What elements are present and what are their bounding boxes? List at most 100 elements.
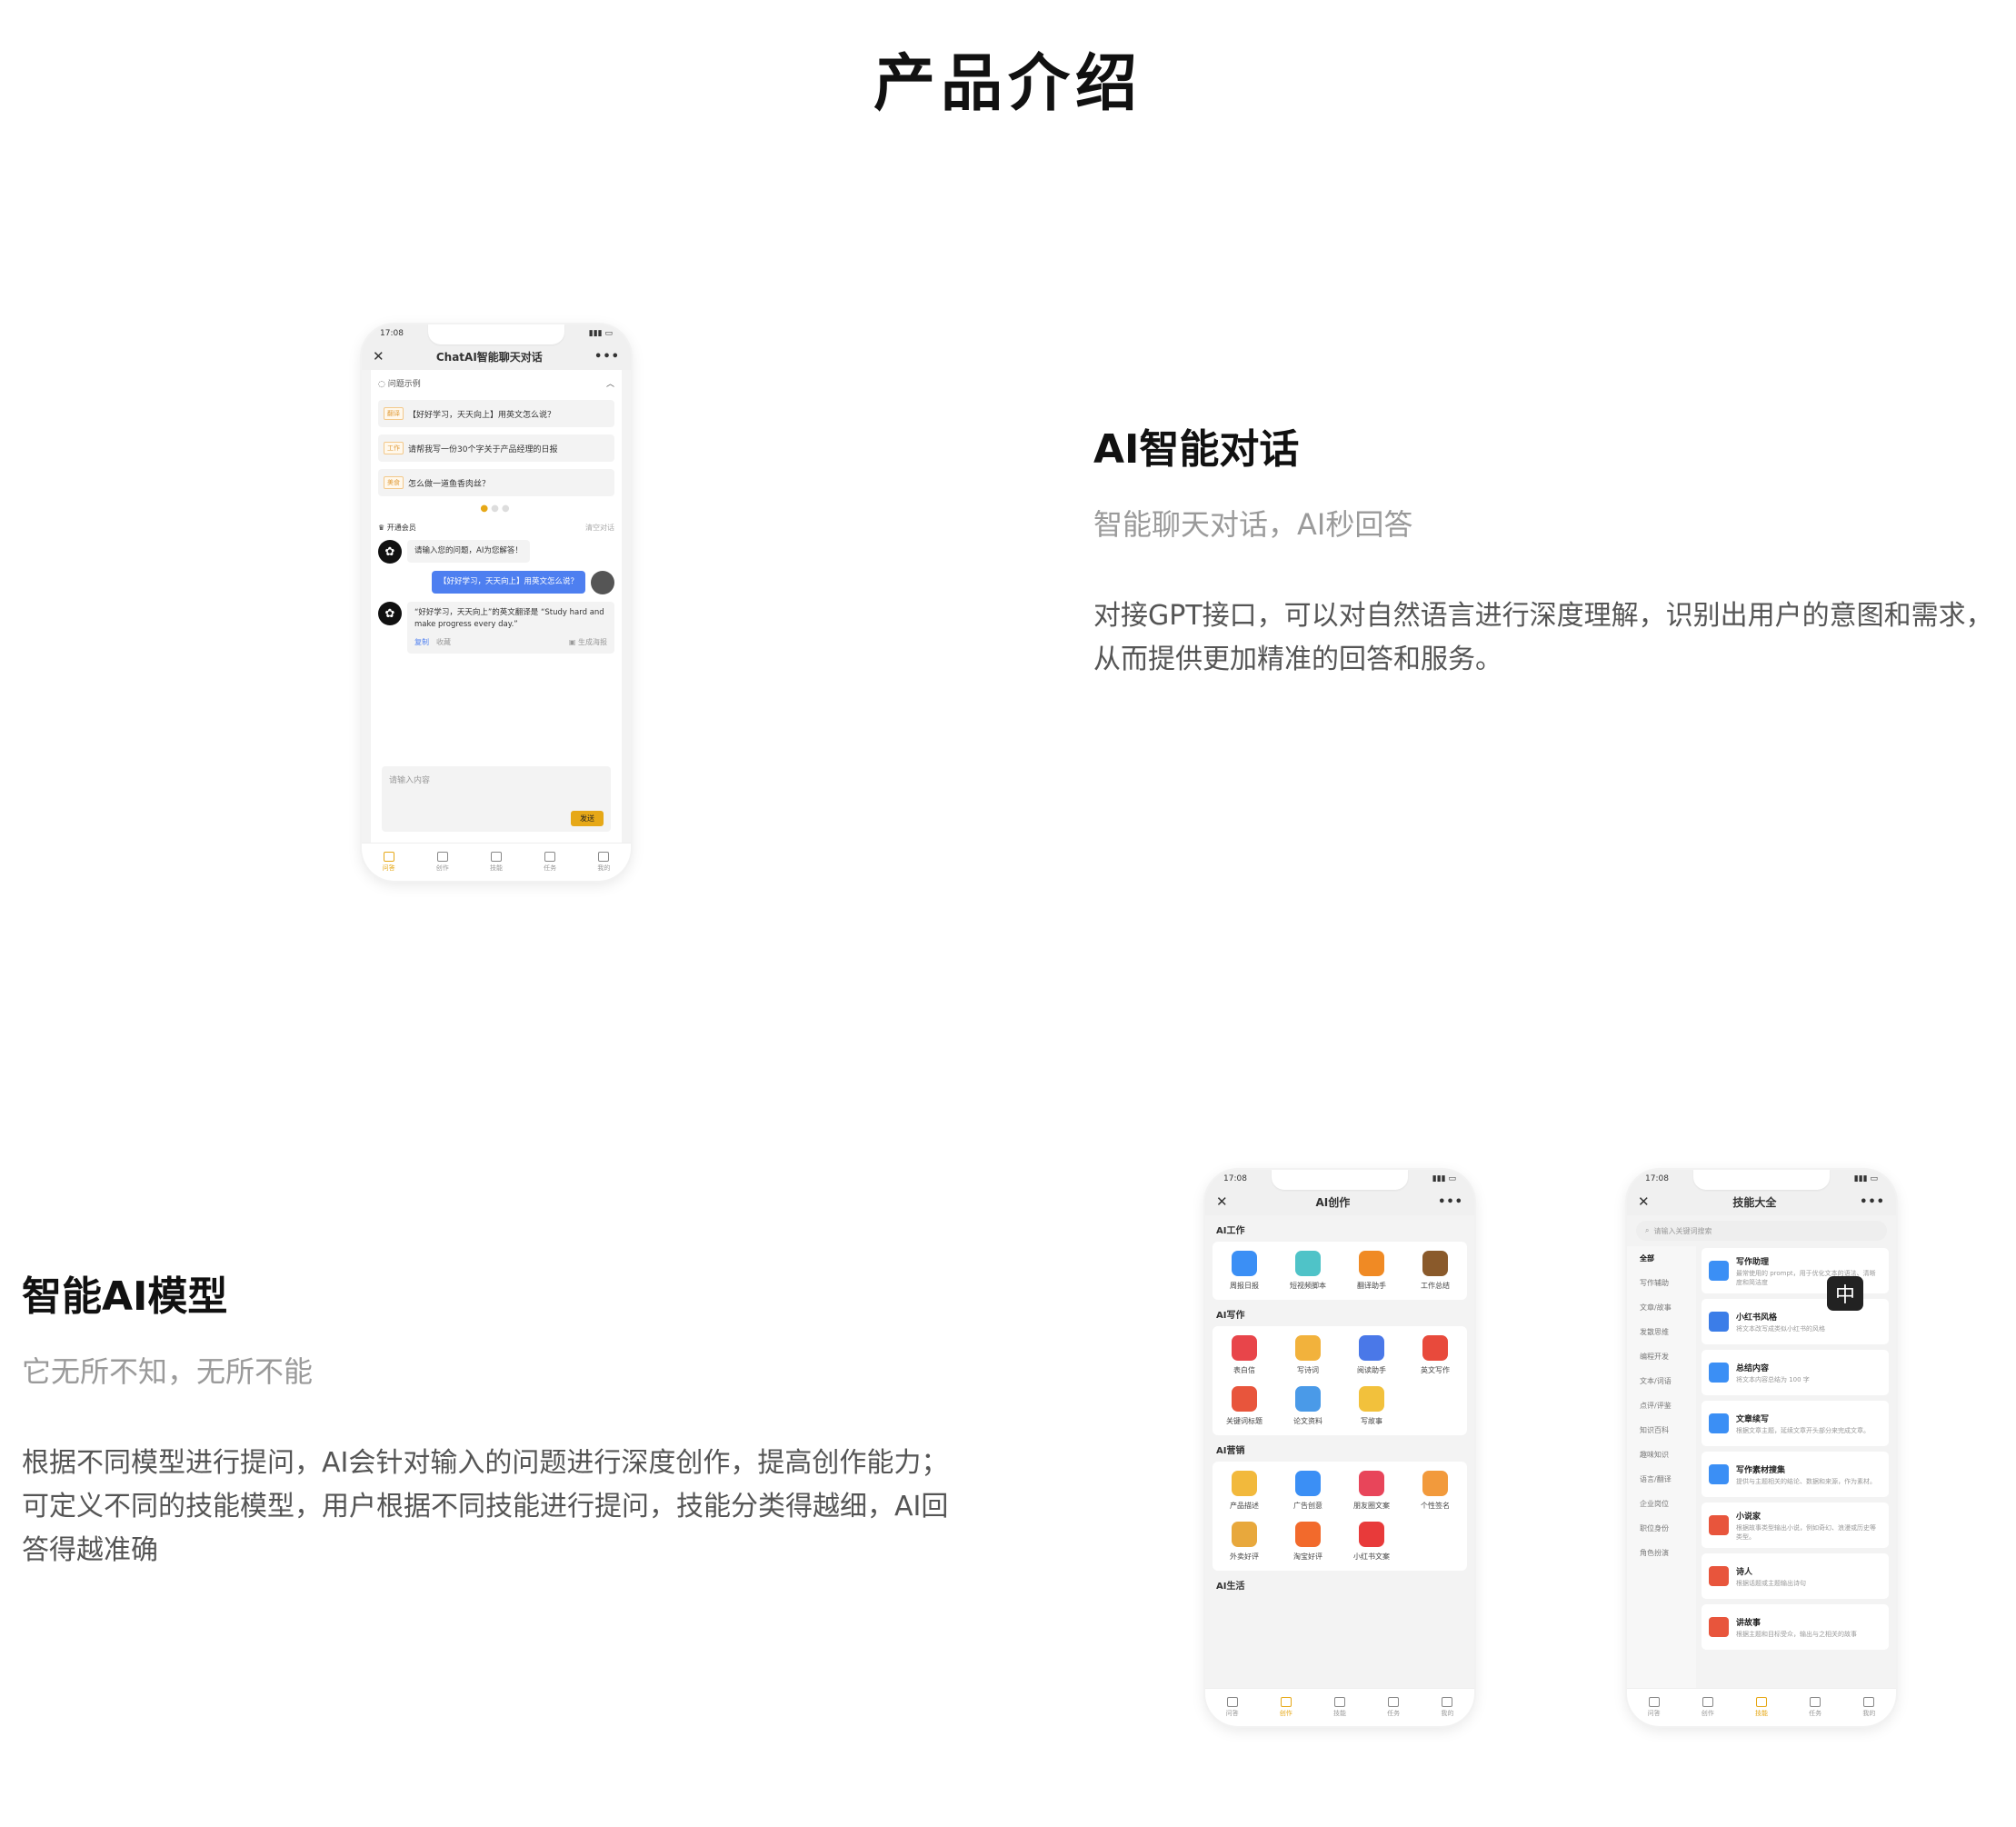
feature-ai-model: 智能AI模型 它无所不知，无所不能 根据不同模型进行提问，AI会针对输入的问题进… — [22, 1263, 958, 1572]
close-icon[interactable]: ✕ — [1638, 1193, 1650, 1210]
create-item-label: 论文资料 — [1293, 1417, 1322, 1425]
poster-button[interactable]: ▣ 生成海报 — [569, 636, 607, 648]
clear-chat-button[interactable]: 清空对话 — [585, 523, 614, 533]
create-item[interactable]: 周报日报 — [1213, 1251, 1276, 1291]
create-item[interactable]: 个性签名 — [1403, 1471, 1467, 1511]
tab-skills[interactable]: 技能 — [1333, 1697, 1346, 1718]
skill-title: 小说家 — [1736, 1512, 1762, 1522]
create-item[interactable]: 广告创意 — [1276, 1471, 1340, 1511]
create-item[interactable]: 外卖好评 — [1213, 1522, 1276, 1562]
create-item-label: 周报日报 — [1230, 1282, 1259, 1290]
tab-create[interactable]: 创作 — [1280, 1697, 1292, 1718]
more-icon[interactable]: ••• — [1438, 1195, 1463, 1209]
tab-me[interactable]: 我的 — [597, 852, 610, 873]
category-item[interactable]: 点评/评鉴 — [1627, 1393, 1696, 1418]
vip-button[interactable]: ♛ 开通会员 — [378, 523, 416, 533]
carousel-dots: ●●● — [480, 504, 513, 514]
chat-phone-mockup: 17:08 ▮▮▮ ▭ ✕ ChatAI智能聊天对话 ••• ◌ 问题示例 ︿ … — [362, 324, 631, 881]
copy-button[interactable]: 复制 — [414, 638, 429, 646]
skill-text: 小红书风格 将文本改写成类似小红书的风格 — [1736, 1311, 1825, 1333]
examples-header[interactable]: ◌ 问题示例 ︿ — [371, 370, 622, 396]
tab-qa[interactable]: 问答 — [383, 852, 395, 873]
create-item-label: 表白信 — [1233, 1366, 1255, 1374]
skill-card[interactable]: 总结内容 将文本内容总结为 100 字 — [1702, 1350, 1889, 1395]
example-item[interactable]: 工作 请帮我写一份30个字关于产品经理的日报 — [378, 434, 614, 462]
tab-tasks[interactable]: 任务 — [1809, 1697, 1821, 1718]
create-item[interactable]: 阅读助手 — [1340, 1335, 1403, 1375]
example-tag: 美食 — [384, 476, 404, 489]
skill-card[interactable]: 小说家 根据故事类型输出小说，例如奇幻、浪漫或历史等类型。 — [1702, 1503, 1889, 1548]
user-avatar — [591, 571, 614, 594]
tab-me[interactable]: 我的 — [1862, 1697, 1875, 1718]
ime-indicator[interactable]: 中 — [1827, 1276, 1863, 1311]
chevron-up-icon[interactable]: ︿ — [606, 377, 614, 389]
close-icon[interactable]: ✕ — [1216, 1193, 1228, 1210]
category-item[interactable]: 角色扮演 — [1627, 1541, 1696, 1565]
create-item[interactable]: 产品描述 — [1213, 1471, 1276, 1511]
create-item[interactable]: 英文写作 — [1403, 1335, 1467, 1375]
tab-create[interactable]: 创作 — [436, 852, 449, 873]
category-item[interactable]: 趣味知识 — [1627, 1443, 1696, 1467]
book-icon — [1709, 1312, 1729, 1332]
group-grid: 周报日报 短视频脚本 翻译助手 工作总结 — [1213, 1242, 1467, 1300]
category-item[interactable]: 写作辅助 — [1627, 1271, 1696, 1295]
create-item[interactable]: 工作总结 — [1403, 1251, 1467, 1291]
create-item[interactable]: 论文资料 — [1276, 1386, 1340, 1426]
tab-bar: 问答 创作 技能 任务 我的 — [1205, 1688, 1474, 1726]
category-item[interactable]: 企业岗位 — [1627, 1492, 1696, 1516]
category-item[interactable]: 编程开发 — [1627, 1344, 1696, 1369]
message-input[interactable]: 请输入内容 发送 — [382, 766, 611, 832]
tab-qa[interactable]: 问答 — [1226, 1697, 1239, 1718]
tab-label: 技能 — [489, 864, 503, 872]
close-icon[interactable]: ✕ — [373, 348, 384, 364]
category-item[interactable]: 发散思维 — [1627, 1320, 1696, 1344]
favorite-button[interactable]: 收藏 — [436, 638, 451, 646]
example-item[interactable]: 美食 怎么做一道鱼香肉丝？ — [378, 469, 614, 496]
tab-tasks[interactable]: 任务 — [1387, 1697, 1400, 1718]
create-item[interactable]: 翻译助手 — [1340, 1251, 1403, 1291]
create-item[interactable]: 写诗词 — [1276, 1335, 1340, 1375]
more-icon[interactable]: ••• — [1860, 1195, 1885, 1209]
book-icon — [1295, 1335, 1321, 1361]
category-item[interactable]: 语言/翻译 — [1627, 1467, 1696, 1492]
category-item[interactable]: 知识百科 — [1627, 1418, 1696, 1443]
tab-label: 任务 — [544, 864, 557, 872]
category-item[interactable]: 职位身份 — [1627, 1516, 1696, 1541]
tab-skills[interactable]: 技能 — [1755, 1697, 1768, 1718]
create-item[interactable]: 淘宝好评 — [1276, 1522, 1340, 1562]
skill-desc: 将文本内容总结为 100 字 — [1736, 1375, 1810, 1383]
skill-card[interactable]: 写作素材搜集 提供与主题相关的结论、数据和来源，作为素材。 — [1702, 1452, 1889, 1497]
example-item[interactable]: 翻译 【好好学习，天天向上】用英文怎么说？ — [378, 400, 614, 427]
signal-battery-icon: ▮▮▮ ▭ — [1853, 1174, 1878, 1183]
create-item[interactable]: 短视频脚本 — [1276, 1251, 1340, 1291]
phone-notch — [428, 324, 564, 344]
send-button[interactable]: 发送 — [571, 811, 604, 826]
category-item[interactable]: 文章/故事 — [1627, 1295, 1696, 1320]
pen-icon — [1422, 1471, 1448, 1496]
category-item[interactable]: 文本/词语 — [1627, 1369, 1696, 1393]
skills-phone-mockup: 17:08 ▮▮▮ ▭ ✕ 技能大全 ••• ⌕ 请输入关键词搜索 全部 写作辅助… — [1627, 1170, 1896, 1726]
tab-skills[interactable]: 技能 — [490, 852, 503, 873]
create-item[interactable]: 小红书文案 — [1340, 1522, 1403, 1562]
category-item[interactable]: 全部 — [1627, 1246, 1696, 1271]
tab-qa[interactable]: 问答 — [1648, 1697, 1661, 1718]
doc-search-icon — [1709, 1464, 1729, 1484]
tab-create[interactable]: 创作 — [1702, 1697, 1714, 1718]
tab-tasks[interactable]: 任务 — [544, 852, 556, 873]
create-item[interactable]: 表白信 — [1213, 1335, 1276, 1375]
create-item[interactable]: 写故事 — [1340, 1386, 1403, 1426]
skill-title: 写作助理 — [1736, 1257, 1770, 1267]
tab-me[interactable]: 我的 — [1441, 1697, 1453, 1718]
more-icon[interactable]: ••• — [594, 350, 620, 364]
user-tab-icon — [1863, 1697, 1875, 1707]
skills-search-input[interactable]: ⌕ 请输入关键词搜索 — [1636, 1221, 1887, 1241]
skill-card[interactable]: 文章续写 根据文章主题，延续文章开头部分来完成文章。 — [1702, 1401, 1889, 1446]
skill-card[interactable]: 诗人 根据话题或主题输出诗句 — [1702, 1553, 1889, 1599]
target-icon — [1232, 1386, 1257, 1412]
vip-row: ♛ 开通会员 清空对话 — [371, 519, 622, 536]
create-item[interactable]: 朋友圈文案 — [1340, 1471, 1403, 1511]
tab-label: 我的 — [597, 864, 611, 872]
create-body: AI工作 周报日报 短视频脚本 翻译助手 工作总结 AI写作 表白信 写诗词 阅读助手 英文写作关… — [1205, 1215, 1474, 1597]
create-item[interactable]: 关键词标题 — [1213, 1386, 1276, 1426]
skill-card[interactable]: 讲故事 根据主题和目标受众，输出与之相关的故事 — [1702, 1604, 1889, 1650]
